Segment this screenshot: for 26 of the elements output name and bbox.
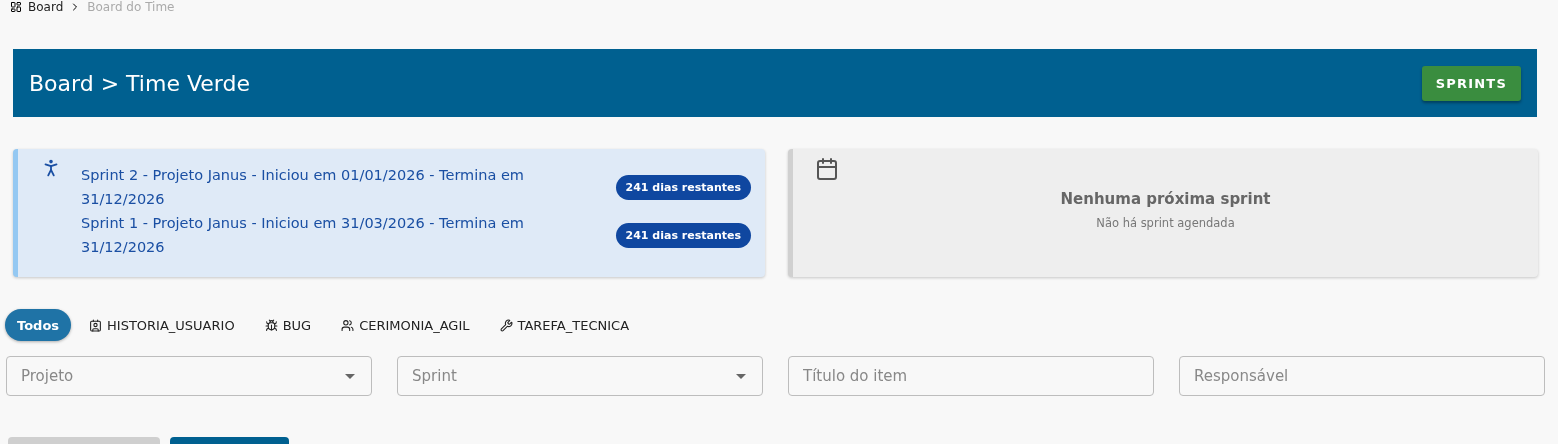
input-field[interactable]: Título do item	[788, 356, 1154, 396]
board-icon	[10, 1, 22, 13]
type-filter-chip[interactable]: Todos	[5, 309, 72, 341]
id-card-icon	[89, 318, 103, 332]
type-filter-chip[interactable]: BUG	[252, 309, 324, 341]
days-left-badge: 241 dias restantes	[615, 222, 751, 248]
wrench-icon	[499, 318, 513, 332]
dropdown-caret-icon	[345, 374, 355, 379]
page-title: Board > Time Verde	[29, 70, 250, 96]
select-field[interactable]: Projeto	[6, 356, 372, 396]
days-left-badge: 241 dias restantes	[615, 174, 751, 200]
people-icon	[341, 318, 355, 332]
sprint-text: Sprint 2 - Projeto Janus - Iniciou em 01/01/2026 - Termina em 31/12/2026	[81, 166, 525, 209]
calendar-icon	[815, 157, 839, 181]
dropdown-caret-icon	[736, 374, 746, 379]
select-field[interactable]: Sprint	[397, 356, 763, 396]
empty-title: Nenhuma próxima sprint	[1060, 190, 1271, 208]
type-filter-chip[interactable]: HISTORIA_USUARIO	[77, 309, 247, 341]
bug-icon	[264, 318, 278, 332]
type-filter-chip[interactable]: CERIMONIA_AGIL	[329, 309, 482, 341]
sprints-button[interactable]: SPRINTS	[1421, 65, 1521, 101]
type-filter-chip[interactable]: TAREFA_TECNICA	[487, 309, 642, 341]
input-field[interactable]: Responsável	[1179, 356, 1545, 396]
breadcrumb-link[interactable]: Board	[28, 1, 64, 13]
sprint-text: Sprint 1 - Projeto Janus - Iniciou em 31/03/2026 - Termina em 31/12/2026	[81, 214, 525, 257]
empty-subtitle: Não há sprint agendada	[1096, 216, 1235, 230]
